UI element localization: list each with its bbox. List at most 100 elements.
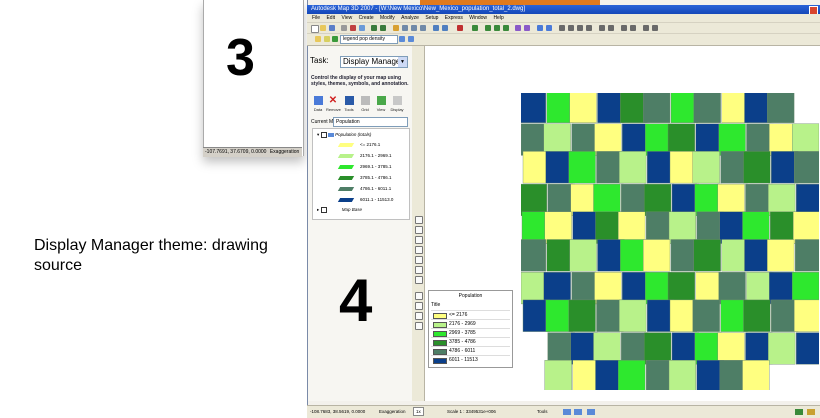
pan-icon[interactable] <box>393 25 399 31</box>
menu-window[interactable]: Window <box>469 15 487 21</box>
county-region[interactable] <box>792 271 819 305</box>
text-tool-icon[interactable] <box>415 312 423 320</box>
zoom-all-icon[interactable] <box>586 25 592 31</box>
county-region[interactable] <box>642 239 671 272</box>
county-region[interactable] <box>521 239 546 272</box>
county-region[interactable] <box>768 183 796 216</box>
table-icon[interactable] <box>546 25 552 31</box>
raster-icon[interactable] <box>537 25 543 31</box>
county-region[interactable] <box>792 123 819 156</box>
layer-dropdown[interactable]: legend pop density <box>340 35 398 44</box>
county-region[interactable] <box>668 211 696 244</box>
topology-icon[interactable] <box>494 25 500 31</box>
layer-visibility-checkbox[interactable] <box>320 132 327 138</box>
county-region[interactable] <box>543 271 571 305</box>
zoom-center-icon[interactable] <box>621 25 627 31</box>
new-file-icon[interactable] <box>311 25 319 33</box>
light-bulb-icon[interactable] <box>324 36 330 42</box>
zoom-window-2-icon[interactable] <box>652 25 658 31</box>
menu-express[interactable]: Express <box>445 15 463 21</box>
map-base-row[interactable]: ▸ Map Base <box>317 207 362 213</box>
rectangle-tool-icon[interactable] <box>415 246 423 254</box>
line-tool-icon[interactable] <box>415 216 423 224</box>
county-region[interactable] <box>668 360 696 390</box>
zoom-previous-2-icon[interactable] <box>643 25 649 31</box>
tools-button[interactable]: Tools <box>342 96 356 112</box>
county-region[interactable] <box>619 151 647 184</box>
county-region[interactable] <box>642 93 671 123</box>
properties-icon[interactable] <box>433 25 439 31</box>
county-region[interactable] <box>718 271 746 305</box>
collapse-icon[interactable]: ▾ <box>317 132 319 137</box>
menu-edit[interactable]: Edit <box>326 15 335 21</box>
arc-tool-icon[interactable] <box>415 256 423 264</box>
county-region[interactable] <box>568 151 596 184</box>
map-base-checkbox[interactable] <box>320 207 327 213</box>
open-folder-icon[interactable] <box>320 25 326 31</box>
insert-block-icon[interactable] <box>415 322 423 330</box>
county-region[interactable] <box>618 211 646 244</box>
copy-icon[interactable] <box>359 25 365 31</box>
viewport-icon[interactable] <box>587 409 595 415</box>
county-region[interactable] <box>569 93 597 123</box>
county-region[interactable] <box>643 332 672 365</box>
menu-file[interactable]: File <box>312 15 320 21</box>
zoom-dynamic-icon[interactable] <box>630 25 636 31</box>
layout-icon[interactable] <box>574 409 582 415</box>
county-region[interactable] <box>594 271 622 305</box>
zoom-extents-icon[interactable] <box>577 25 583 31</box>
zoom-out-icon[interactable] <box>568 25 574 31</box>
county-region[interactable] <box>618 360 646 390</box>
county-region[interactable] <box>718 123 746 156</box>
menu-modify[interactable]: Modify <box>380 15 395 21</box>
cut-icon[interactable] <box>350 25 356 31</box>
zoom-in-icon[interactable] <box>559 25 565 31</box>
county-region[interactable] <box>793 211 819 244</box>
attach-icon[interactable] <box>503 25 509 31</box>
county-region[interactable] <box>717 183 745 216</box>
county-region[interactable] <box>767 239 795 272</box>
ellipse-tool-icon[interactable] <box>415 276 423 284</box>
spline-tool-icon[interactable] <box>415 266 423 274</box>
layer-previous-icon[interactable] <box>408 36 414 42</box>
tray-icon[interactable] <box>795 409 803 415</box>
map-tool-icon[interactable] <box>457 25 463 31</box>
county-region[interactable] <box>692 151 720 184</box>
county-region[interactable] <box>594 123 622 156</box>
design-center-icon[interactable] <box>442 25 448 31</box>
county-region[interactable] <box>593 183 621 216</box>
status-tools[interactable]: Tools <box>537 406 548 418</box>
county-region[interactable] <box>796 332 819 365</box>
menu-setup[interactable]: Setup <box>425 15 438 21</box>
point-tool-icon[interactable] <box>415 292 423 300</box>
polyline-tool-icon[interactable] <box>415 226 423 234</box>
make-current-icon[interactable] <box>399 36 405 42</box>
lock-icon[interactable] <box>807 409 815 415</box>
county-region[interactable] <box>768 332 796 365</box>
import-icon[interactable] <box>524 25 530 31</box>
county-region[interactable] <box>742 211 770 244</box>
chevron-down-icon[interactable]: ▼ <box>398 57 407 67</box>
zoom-scale-icon[interactable] <box>608 25 614 31</box>
circle-tool-icon[interactable] <box>415 236 423 244</box>
task-dropdown[interactable]: Display Manager ▼ <box>340 56 408 68</box>
grid-button[interactable]: Grid <box>358 96 372 112</box>
status-scale[interactable]: Scale 1 : 3349531e+006 <box>447 406 496 418</box>
county-region[interactable] <box>643 183 672 216</box>
county-region[interactable] <box>794 299 819 332</box>
zoom-previous-icon[interactable] <box>420 25 426 31</box>
menu-view[interactable]: View <box>341 15 352 21</box>
freeze-icon[interactable] <box>332 36 338 42</box>
county-region[interactable] <box>521 93 546 123</box>
county-region[interactable] <box>568 299 596 332</box>
county-region[interactable] <box>796 183 819 216</box>
undo-icon[interactable] <box>371 25 377 31</box>
redo-icon[interactable] <box>380 25 386 31</box>
county-region[interactable] <box>667 271 695 305</box>
county-region[interactable] <box>543 123 571 156</box>
display-button[interactable]: Display <box>390 96 404 112</box>
county-region[interactable] <box>569 239 597 272</box>
model-icon[interactable] <box>563 409 571 415</box>
county-region[interactable] <box>593 332 621 365</box>
county-region[interactable] <box>544 360 572 390</box>
